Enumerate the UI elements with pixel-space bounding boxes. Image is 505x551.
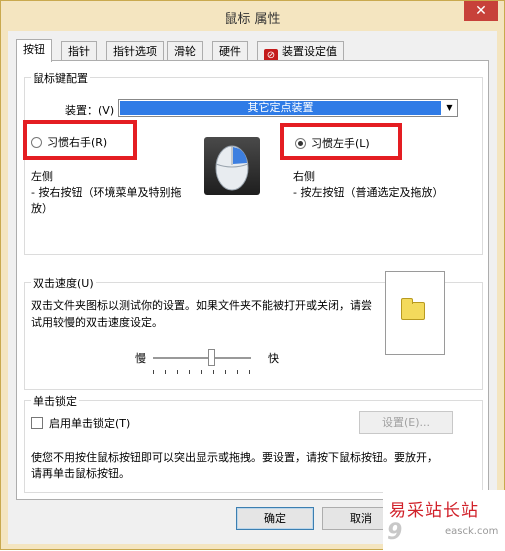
left-side-desc-line: - 按右按钮（环境菜单及特别拖 [31, 186, 182, 199]
group-title: 鼠标键配置 [31, 70, 90, 86]
left-side-desc-line: 放） [31, 202, 53, 215]
tab-wheel[interactable]: 滑轮 [167, 41, 203, 61]
device-label: 装置：(V) [65, 104, 115, 117]
tab-device-settings[interactable]: ⊘ 装置设定值 [257, 41, 344, 63]
watermark-main-text: 易采站长站 [389, 501, 479, 521]
group-title: 双击速度(U) [31, 275, 96, 291]
click-lock-desc-line: 使您不用按住鼠标按钮即可以突出显示或拖拽。要设置，请按下鼠标按钮。要放开， [31, 451, 438, 464]
slider-tick [177, 370, 178, 374]
ok-button[interactable]: 确定 [236, 507, 314, 530]
tab-label: 硬件 [219, 45, 241, 58]
tab-label: 装置设定值 [282, 45, 337, 58]
watermark-sub-text: easck.com [445, 526, 499, 537]
tab-buttons[interactable]: 按钮 [16, 39, 52, 62]
slider-tick [153, 370, 154, 374]
double-click-speed-slider[interactable] [153, 357, 251, 359]
dialog-client-area: 按钮 指针 指针选项 滑轮 硬件 ⊘ 装置设定值 鼠标键配置 装置：(V) 其它定… [8, 31, 497, 544]
title-bar[interactable]: 鼠标 属性 ✕ [1, 1, 504, 31]
slider-thumb[interactable] [208, 349, 215, 366]
tab-label: 指针 [68, 45, 90, 58]
slider-tick [237, 370, 238, 374]
watermark-logo-icon: 9 [387, 520, 403, 545]
mouse-properties-window: 鼠标 属性 ✕ 按钮 指针 指针选项 滑轮 硬件 ⊘ 装置设定值 鼠标键配置 装置… [0, 0, 505, 551]
slow-label: 慢 [135, 352, 146, 365]
mouse-icon [215, 145, 249, 191]
site-watermark: 9 易采站长站 easck.com [383, 490, 505, 551]
tab-panel-buttons: 鼠标键配置 装置：(V) 其它定点装置 ▼ 习惯右手(R) 习惯左手(L) 左侧… [16, 60, 489, 500]
double-click-desc-line: 双击文件夹图标以测试你的设置。如果文件夹不能被打开或关闭，请尝 [31, 299, 372, 312]
right-side-title: 右侧 [293, 170, 315, 183]
radio-label: 习惯左手(L) [311, 137, 370, 150]
close-button[interactable]: ✕ [464, 1, 498, 21]
mouse-illustration-icon [204, 137, 260, 195]
chevron-down-icon[interactable]: ▼ [443, 101, 456, 115]
slider-ticks [153, 370, 251, 374]
radio-circle[interactable] [31, 137, 42, 148]
tab-hardware[interactable]: 硬件 [212, 41, 248, 61]
window-title: 鼠标 属性 [224, 12, 281, 27]
folder-icon[interactable] [401, 298, 425, 320]
tab-label: 按钮 [23, 43, 45, 56]
radio-label: 习惯右手(R) [47, 136, 108, 149]
tab-label: 滑轮 [174, 45, 196, 58]
tab-label: 指针选项 [113, 45, 157, 58]
slider-tick [189, 370, 190, 374]
click-lock-settings-button[interactable]: 设置(E)... [359, 411, 453, 434]
button-config-group: 鼠标键配置 装置：(V) 其它定点装置 ▼ 习惯右手(R) 习惯左手(L) 左侧… [23, 70, 483, 255]
tab-pointers[interactable]: 指针 [61, 41, 97, 61]
radio-right-handed[interactable]: 习惯右手(R) [31, 134, 107, 150]
click-lock-checkbox[interactable]: 启用单击锁定(T) [31, 415, 130, 431]
click-lock-desc-line: 请再单击鼠标按钮。 [31, 467, 130, 480]
checkbox-box[interactable] [31, 417, 43, 429]
tab-pointer-options[interactable]: 指针选项 [106, 41, 164, 61]
test-folder-area[interactable] [385, 271, 445, 355]
right-side-desc-line: - 按左按钮（普通选定及拖放） [293, 186, 444, 199]
radio-circle[interactable] [295, 138, 306, 149]
left-side-title: 左侧 [31, 170, 53, 183]
tab-strip: 按钮 指针 指针选项 滑轮 硬件 ⊘ 装置设定值 [16, 39, 496, 63]
radio-left-handed[interactable]: 习惯左手(L) [295, 135, 370, 151]
fast-label: 快 [268, 352, 279, 365]
slider-tick [249, 370, 250, 374]
slider-tick [165, 370, 166, 374]
slider-tick [201, 370, 202, 374]
group-title: 单击锁定 [31, 393, 79, 409]
slider-tick [213, 370, 214, 374]
checkbox-label: 启用单击锁定(T) [49, 417, 131, 430]
click-lock-group: 单击锁定 启用单击锁定(T) 设置(E)... 使您不用按住鼠标按钮即可以突出显… [24, 393, 483, 493]
device-select-value: 其它定点装置 [120, 101, 441, 115]
device-select[interactable]: 其它定点装置 ▼ [118, 99, 458, 117]
double-click-desc-line: 试用较慢的双击速度设定。 [31, 316, 163, 329]
double-click-group: 双击速度(U) 双击文件夹图标以测试你的设置。如果文件夹不能被打开或关闭，请尝 … [24, 271, 483, 390]
slider-tick [225, 370, 226, 374]
